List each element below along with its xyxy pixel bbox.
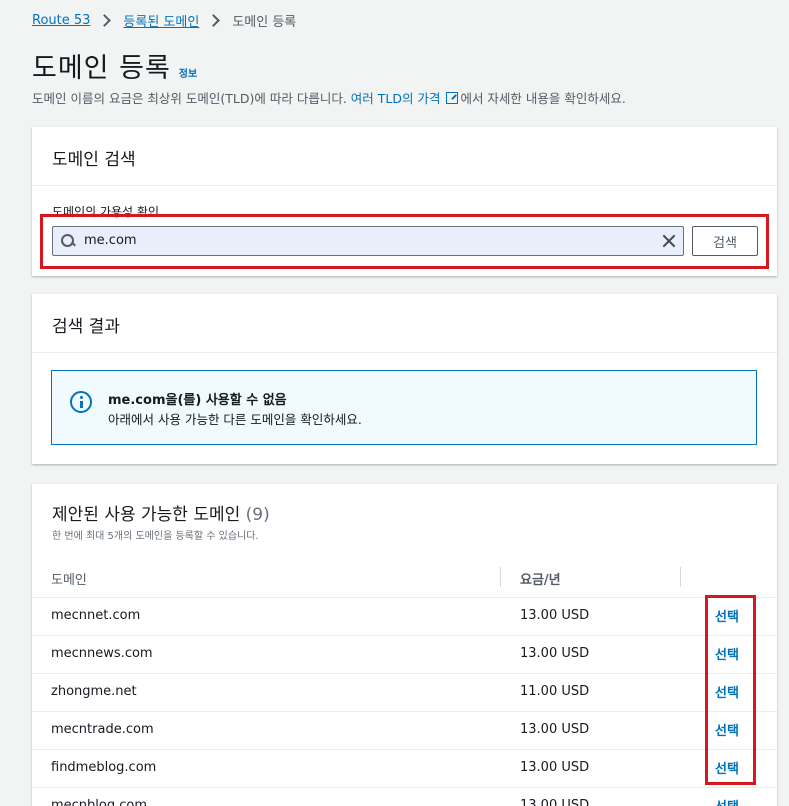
- select-domain-link[interactable]: 선택: [715, 796, 739, 806]
- column-header-domain: 도메인: [51, 573, 87, 588]
- domain-name: mecnnet.com: [51, 608, 141, 623]
- domain-name: findmeblog.com: [51, 760, 157, 775]
- suggested-domains-description: 한 번에 최대 5개의 도메인을 등록할 수 있습니다.: [52, 531, 259, 542]
- page-title: 도메인 등록: [32, 53, 171, 84]
- info-icon: [70, 391, 92, 413]
- breadcrumb-registered-domains-link[interactable]: 등록된 도메인: [123, 11, 199, 30]
- clear-icon[interactable]: [661, 233, 677, 249]
- external-link-icon[interactable]: [446, 92, 459, 104]
- suggested-domains-count: (9): [245, 505, 270, 525]
- search-button[interactable]: 검색: [692, 226, 758, 256]
- page-header: 도메인 등록 정보: [32, 46, 197, 85]
- search-results-panel: 검색 결과 me.com을(를) 사용할 수 없음 아래에서 사용 가능한 다른…: [32, 294, 777, 464]
- domain-search-panel: 도메인 검색 도메인의 가용성 확인 me.com 검색: [32, 127, 777, 276]
- domain-price: 13.00 USD: [520, 760, 590, 775]
- table-row: zhongme.net 11.00 USD 선택: [32, 674, 777, 712]
- column-divider: [680, 567, 681, 587]
- domain-search-value[interactable]: me.com: [84, 233, 137, 248]
- table-row: findmeblog.com 13.00 USD 선택: [32, 750, 777, 788]
- domain-price: 13.00 USD: [520, 646, 590, 661]
- domain-name: mecntrade.com: [51, 722, 154, 737]
- domain-price: 13.00 USD: [520, 608, 590, 623]
- table-row: mecnnews.com 13.00 USD 선택: [32, 636, 777, 674]
- page-subtitle: 도메인 이름의 요금은 최상위 도메인(TLD)에 따라 다릅니다. 여러 TL…: [32, 88, 626, 107]
- alert-title: me.com을(를) 사용할 수 없음: [108, 393, 287, 408]
- domain-name: mecnblog.com: [51, 798, 148, 806]
- suggested-domains-heading: 제안된 사용 가능한 도메인 (9): [52, 500, 270, 525]
- suggested-domains-table: mecnnet.com 13.00 USD 선택 mecnnews.com 13…: [32, 598, 777, 806]
- domain-search-input[interactable]: me.com: [52, 226, 684, 256]
- chevron-right-icon: [207, 14, 221, 27]
- table-row: mecnnet.com 13.00 USD 선택: [32, 598, 777, 636]
- table-row: mecntrade.com 13.00 USD 선택: [32, 712, 777, 750]
- select-highlight-box: [705, 595, 756, 785]
- search-highlight-box: me.com 검색: [40, 214, 769, 269]
- breadcrumb: Route 53 등록된 도메인 도메인 등록: [32, 11, 296, 30]
- domain-price: 13.00 USD: [520, 798, 590, 806]
- subtitle-text: 도메인 이름의 요금은 최상위 도메인(TLD)에 따라 다릅니다.: [32, 91, 351, 106]
- breadcrumb-current: 도메인 등록: [232, 15, 297, 30]
- table-header: 도메인 요금/년: [32, 560, 777, 598]
- chevron-right-icon: [98, 14, 112, 27]
- search-results-heading: 검색 결과: [32, 294, 777, 353]
- domain-name: zhongme.net: [51, 684, 137, 699]
- subtitle-text-end: 에서 자세한 내용을 확인하세요.: [460, 91, 626, 106]
- domain-name: mecnnews.com: [51, 646, 153, 661]
- search-icon: [61, 234, 74, 247]
- table-row: mecnblog.com 13.00 USD 선택: [32, 788, 777, 806]
- suggested-domains-title: 제안된 사용 가능한 도메인: [52, 505, 241, 525]
- alert-body: 아래에서 사용 가능한 다른 도메인을 확인하세요.: [108, 412, 362, 427]
- column-divider: [500, 567, 501, 587]
- tld-pricing-link[interactable]: 여러 TLD의 가격: [351, 91, 441, 106]
- breadcrumb-route53-link[interactable]: Route 53: [32, 13, 90, 28]
- domain-price: 11.00 USD: [520, 684, 590, 699]
- column-header-price: 요금/년: [520, 573, 561, 588]
- info-link[interactable]: 정보: [179, 65, 197, 80]
- domain-price: 13.00 USD: [520, 722, 590, 737]
- suggested-domains-panel: 제안된 사용 가능한 도메인 (9) 한 번에 최대 5개의 도메인을 등록할 …: [32, 484, 777, 806]
- unavailable-alert: me.com을(를) 사용할 수 없음 아래에서 사용 가능한 다른 도메인을 …: [51, 370, 757, 445]
- domain-search-heading: 도메인 검색: [32, 127, 777, 186]
